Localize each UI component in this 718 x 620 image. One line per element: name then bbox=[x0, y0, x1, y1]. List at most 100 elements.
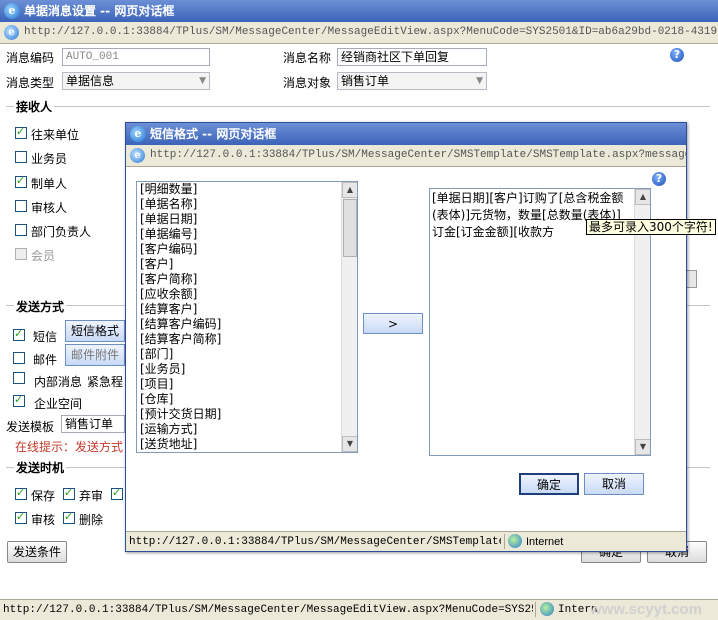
globe-icon bbox=[508, 534, 522, 548]
field-list-item[interactable]: [结算客户简称] bbox=[137, 332, 341, 347]
field-list-scrollbar[interactable]: ▲ ▼ bbox=[341, 182, 357, 452]
template-input[interactable]: 销售订单 bbox=[61, 415, 125, 433]
receiver-label-4: 部门负责人 bbox=[31, 225, 92, 239]
name-label: 消息名称 bbox=[283, 51, 332, 65]
scroll-down-icon[interactable]: ▼ bbox=[635, 439, 650, 455]
page-icon: e bbox=[4, 25, 19, 40]
target-select[interactable]: 销售订单 ▼ bbox=[337, 72, 487, 90]
field-list-item[interactable]: [单据日期] bbox=[137, 212, 341, 227]
sms-checkbox[interactable] bbox=[13, 327, 25, 341]
watermark: www.scyyt.com bbox=[590, 601, 702, 618]
receiver-checkbox-3[interactable] bbox=[15, 200, 27, 212]
field-list-item[interactable]: [结算客户编码] bbox=[137, 317, 341, 332]
scroll-down-icon[interactable]: ▼ bbox=[342, 436, 357, 452]
chevron-down-icon: ▼ bbox=[199, 76, 206, 86]
add-field-button[interactable]: > bbox=[363, 313, 423, 334]
ie-icon: e bbox=[130, 126, 146, 142]
scroll-up-icon[interactable]: ▲ bbox=[342, 182, 357, 198]
internal-checkbox[interactable] bbox=[13, 372, 25, 384]
send-time-title: 发送时机 bbox=[14, 459, 67, 476]
receiver-checkbox-2[interactable] bbox=[15, 174, 27, 188]
outer-title: 单据消息设置 -- 网页对话框 bbox=[24, 4, 175, 18]
time-abandon-checkbox[interactable] bbox=[63, 486, 75, 500]
receiver-checkbox-0[interactable] bbox=[15, 125, 27, 139]
field-list-item[interactable]: [部门] bbox=[137, 347, 341, 362]
dialog-title-bar[interactable]: e 短信格式 -- 网页对话框 bbox=[126, 123, 686, 145]
receivers-title: 接收人 bbox=[14, 98, 55, 115]
send-method-title: 发送方式 bbox=[14, 298, 67, 315]
sms-format-button[interactable]: 短信格式 bbox=[65, 320, 125, 342]
max-chars-tooltip: 最多可录入300个字符! bbox=[586, 219, 716, 235]
field-list-item[interactable]: [运输方式] bbox=[137, 422, 341, 437]
mail-checkbox[interactable] bbox=[13, 352, 25, 364]
internal-label: 内部消息 bbox=[34, 375, 83, 389]
type-label: 消息类型 bbox=[6, 76, 55, 90]
send-condition-button[interactable]: 发送条件 bbox=[7, 541, 67, 563]
field-list[interactable]: [明细数量] [单据名称] [单据日期] [单据编号] [客户编码] [客户] [客户简称]… bbox=[136, 181, 358, 453]
time-audit-label: 审核 bbox=[31, 513, 56, 527]
chevron-down-icon: ▼ bbox=[476, 76, 483, 86]
field-list-item[interactable]: [明细数量] bbox=[137, 182, 341, 197]
field-list-item[interactable]: [送货地址] bbox=[137, 437, 341, 452]
field-list-item[interactable]: [单据编号] bbox=[137, 227, 341, 242]
receiver-label-2: 制单人 bbox=[31, 177, 68, 191]
receiver-checkbox-5 bbox=[15, 248, 27, 260]
time-save-checkbox[interactable] bbox=[15, 486, 27, 500]
time-delete-label: 删除 bbox=[79, 513, 104, 527]
field-list-items: [明细数量] [单据名称] [单据日期] [单据编号] [客户编码] [客户] [客户简称]… bbox=[137, 182, 341, 452]
globe-icon bbox=[540, 602, 554, 616]
dialog-status-bar: http://127.0.0.1:33884/TPlus/SM/MessageC… bbox=[126, 531, 686, 551]
help-icon[interactable]: ? bbox=[670, 48, 684, 62]
scroll-thumb[interactable] bbox=[343, 199, 357, 257]
mail-label: 邮件 bbox=[33, 353, 58, 367]
template-label: 发送模板 bbox=[6, 420, 55, 434]
field-list-item[interactable]: [客户编码] bbox=[137, 242, 341, 257]
time-delete-checkbox[interactable] bbox=[63, 510, 75, 524]
dialog-ok-button[interactable]: 确定 bbox=[519, 473, 579, 495]
field-list-item[interactable]: [结算客户] bbox=[137, 302, 341, 317]
target-label: 消息对象 bbox=[283, 76, 332, 90]
target-value: 销售订单 bbox=[341, 74, 390, 88]
field-list-item[interactable]: [应收余额] bbox=[137, 287, 341, 302]
ie-icon: e bbox=[4, 3, 20, 19]
outer-status-url: http://127.0.0.1:33884/TPlus/SM/MessageC… bbox=[3, 604, 533, 616]
dialog-url: http://127.0.0.1:33884/TPlus/SM/MessageC… bbox=[150, 149, 686, 161]
type-select[interactable]: 单据信息 ▼ bbox=[62, 72, 210, 90]
field-list-item[interactable]: [项目] bbox=[137, 377, 341, 392]
dialog-status-zone: Internet bbox=[526, 536, 564, 548]
sms-dialog: e 短信格式 -- 网页对话框 e http://127.0.0.1:33884… bbox=[125, 122, 716, 552]
scroll-up-icon[interactable]: ▲ bbox=[635, 189, 650, 205]
type-value: 单据信息 bbox=[66, 74, 115, 88]
field-list-item[interactable]: [客户] bbox=[137, 257, 341, 272]
field-list-item[interactable]: [单据名称] bbox=[137, 197, 341, 212]
enterprise-checkbox[interactable] bbox=[13, 393, 25, 407]
outer-url-bar: e http://127.0.0.1:33884/TPlus/SM/Messag… bbox=[0, 22, 718, 44]
code-input[interactable]: AUTO_001 bbox=[62, 48, 210, 66]
receiver-label-0: 往来单位 bbox=[31, 128, 80, 142]
mail-attachment-button[interactable]: 邮件附件 bbox=[65, 344, 125, 366]
field-list-item[interactable]: [预计交货日期] bbox=[137, 407, 341, 422]
time-extra-checkbox[interactable] bbox=[111, 486, 123, 500]
code-label: 消息编码 bbox=[6, 51, 55, 65]
name-input[interactable]: 经销商社区下单回复 bbox=[337, 48, 487, 66]
dialog-status-url: http://127.0.0.1:33884/TPlus/SM/MessageC… bbox=[129, 536, 501, 548]
status-separator bbox=[504, 534, 505, 549]
receiver-checkbox-4[interactable] bbox=[15, 224, 27, 236]
dialog-title: 短信格式 -- 网页对话框 bbox=[150, 127, 277, 141]
enterprise-label: 企业空间 bbox=[34, 397, 83, 411]
outer-url: http://127.0.0.1:33884/TPlus/SM/MessageC… bbox=[24, 26, 718, 38]
field-list-item[interactable]: [客户简称] bbox=[137, 272, 341, 287]
receiver-label-5: 会员 bbox=[31, 249, 56, 263]
outer-title-bar[interactable]: e 单据消息设置 -- 网页对话框 bbox=[0, 0, 718, 22]
receiver-checkbox-1[interactable] bbox=[15, 151, 27, 163]
time-audit-checkbox[interactable] bbox=[15, 510, 27, 524]
sms-label: 短信 bbox=[33, 330, 58, 344]
dialog-url-bar: e http://127.0.0.1:33884/TPlus/SM/Messag… bbox=[126, 145, 686, 167]
dialog-help-icon[interactable]: ? bbox=[652, 172, 666, 186]
urgent-label: 紧急程 bbox=[87, 375, 124, 389]
field-list-item[interactable]: [业务员] bbox=[137, 362, 341, 377]
outer-status-bar: http://127.0.0.1:33884/TPlus/SM/MessageC… bbox=[0, 599, 718, 620]
dialog-cancel-button[interactable]: 取消 bbox=[584, 473, 644, 495]
field-list-item[interactable]: [仓库] bbox=[137, 392, 341, 407]
online-hint: 在线提示：发送方式 bbox=[15, 440, 124, 454]
